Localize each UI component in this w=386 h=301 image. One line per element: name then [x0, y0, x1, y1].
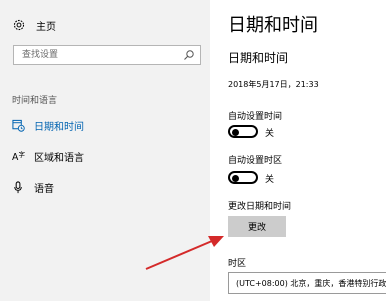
- auto-time-state: 关: [265, 129, 275, 139]
- language-icon: A 字: [12, 150, 25, 163]
- change-datetime-label: 更改日期和时间: [228, 202, 292, 212]
- search-box[interactable]: [13, 45, 201, 65]
- home-label: 主页: [36, 21, 56, 33]
- auto-timezone-label: 自动设置时区: [228, 156, 283, 166]
- sidebar-item-label: 日期和时间: [34, 121, 84, 133]
- sidebar-item-label: 区域和语言: [34, 152, 84, 164]
- gear-icon: [13, 19, 25, 31]
- sidebar-item-speech[interactable]: 语音: [12, 178, 54, 196]
- auto-timezone-state: 关: [265, 175, 275, 185]
- svg-text:字: 字: [19, 150, 26, 159]
- auto-time-toggle[interactable]: [228, 125, 258, 138]
- sidebar-item-region-language[interactable]: A 字 区域和语言: [12, 147, 84, 165]
- change-button[interactable]: 更改: [228, 216, 286, 237]
- timezone-select[interactable]: (UTC+08:00) 北京，重庆，香港特别行政区: [228, 272, 386, 294]
- toggle-knob: [232, 128, 239, 136]
- current-datetime: 2018年5月17日，21:33: [228, 80, 319, 89]
- auto-time-label: 自动设置时间: [228, 112, 283, 122]
- home-link[interactable]: 主页: [12, 17, 56, 33]
- search-icon[interactable]: [183, 49, 195, 61]
- microphone-icon: [14, 180, 22, 193]
- annotation-arrow-icon: [145, 236, 224, 270]
- section-title: 日期和时间: [228, 51, 289, 65]
- search-input[interactable]: [22, 49, 182, 61]
- toggle-knob: [232, 174, 239, 182]
- calendar-clock-icon: [12, 119, 25, 132]
- sidebar-item-label: 语音: [34, 183, 54, 195]
- auto-timezone-toggle[interactable]: [228, 171, 258, 184]
- page-title: 日期和时间: [228, 15, 318, 36]
- section-label: 时间和语言: [12, 96, 58, 106]
- timezone-value: (UTC+08:00) 北京，重庆，香港特别行政区: [236, 279, 386, 288]
- timezone-label: 时区: [228, 259, 247, 269]
- sidebar-item-date-time[interactable]: 日期和时间: [12, 116, 84, 134]
